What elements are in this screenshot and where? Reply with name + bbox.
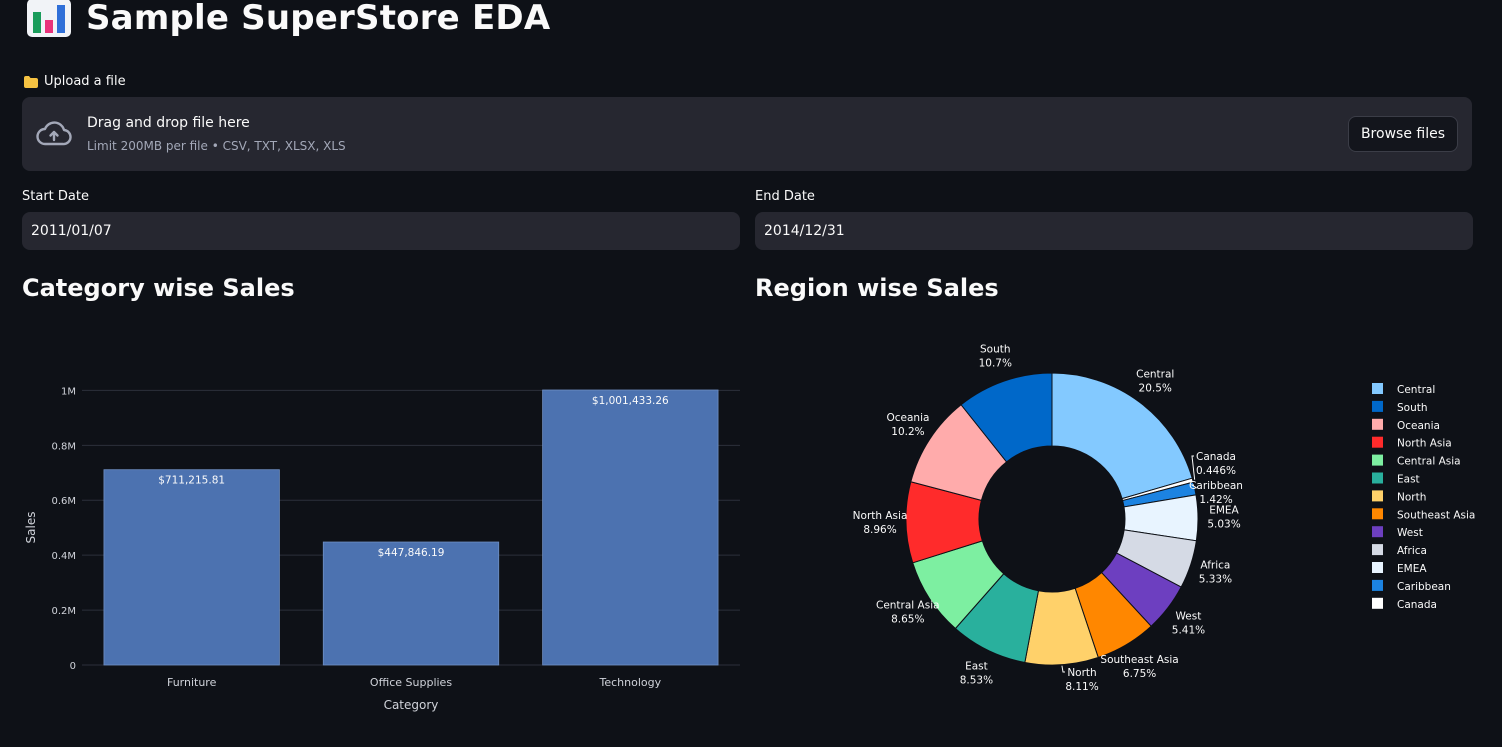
slice-percent: 5.03% xyxy=(1207,519,1240,531)
bar-office-supplies xyxy=(322,541,500,666)
category-sales-title: Category wise Sales xyxy=(22,274,295,302)
app-page: Sample SuperStore EDA Upload a file Drag… xyxy=(0,0,1502,747)
y-axis-label: Sales xyxy=(24,512,38,544)
legend-swatch xyxy=(1372,544,1383,556)
x-tick-label: Office Supplies xyxy=(370,676,452,689)
legend-swatch xyxy=(1372,436,1383,448)
page-title: Sample SuperStore EDA xyxy=(86,0,551,38)
x-axis-label: Category xyxy=(384,698,439,712)
start-date-input[interactable] xyxy=(22,212,740,250)
legend-swatch xyxy=(1372,579,1383,591)
slice-label: East xyxy=(965,661,988,673)
legend-swatch xyxy=(1372,562,1383,573)
slice-label: South xyxy=(980,344,1011,356)
legend-swatch xyxy=(1372,490,1383,502)
upload-label-text: Upload a file xyxy=(44,74,126,89)
slice-label: Africa xyxy=(1200,560,1230,572)
legend-entry: East xyxy=(1397,474,1420,486)
file-dropzone[interactable]: Drag and drop file here Limit 200MB per … xyxy=(22,97,1472,171)
file-limit-text: Limit 200MB per file • CSV, TXT, XLSX, X… xyxy=(87,139,346,153)
y-tick-label: 0.2M xyxy=(51,606,76,617)
drop-instructions: Drag and drop file here xyxy=(87,115,250,131)
x-tick-label: Technology xyxy=(599,676,662,689)
bar-technology xyxy=(542,389,719,666)
slice-label: Central Asia xyxy=(876,600,940,612)
slice-percent: 20.5% xyxy=(1139,382,1172,394)
slice-percent: 8.96% xyxy=(863,524,896,536)
legend-entry: North Asia xyxy=(1397,438,1452,450)
end-date-label: End Date xyxy=(755,189,815,204)
y-tick-label: 0.6M xyxy=(51,496,76,507)
legend-swatch xyxy=(1372,400,1383,412)
legend-swatch xyxy=(1372,454,1383,466)
y-tick-label: 0 xyxy=(70,661,76,672)
slice-percent: 8.53% xyxy=(960,675,993,687)
legend-entry: West xyxy=(1397,527,1423,539)
start-date-label: Start Date xyxy=(22,189,89,204)
bar-value-label: $447,846.19 xyxy=(378,547,445,559)
legend-entry: Caribbean xyxy=(1397,581,1451,593)
bar-value-label: $711,215.81 xyxy=(158,475,225,487)
slice-label: North xyxy=(1067,667,1096,679)
legend-entry: South xyxy=(1397,402,1428,414)
title-row: Sample SuperStore EDA xyxy=(26,0,550,40)
cloud-upload-icon xyxy=(36,121,72,146)
category-sales-bar-chart: 0 0.2M 0.4M 0.6M 0.8M 1M $711,215.81 Furniture $… xyxy=(24,386,740,712)
slice-percent: 10.2% xyxy=(891,426,924,438)
legend-swatch xyxy=(1372,597,1383,609)
legend-entry: Central Asia xyxy=(1397,456,1461,468)
slice-label: Caribbean xyxy=(1189,480,1243,492)
slice-percent: 10.7% xyxy=(979,358,1012,370)
slice-percent: 5.41% xyxy=(1172,625,1205,637)
legend-entry: EMEA xyxy=(1397,563,1427,575)
legend-entry: Canada xyxy=(1397,599,1437,611)
slice-label: Central xyxy=(1136,368,1174,380)
region-sales-title: Region wise Sales xyxy=(755,274,999,302)
legend-swatch xyxy=(1372,472,1383,484)
slice-label: North Asia xyxy=(853,510,908,522)
slice-label: Southeast Asia xyxy=(1100,654,1178,666)
bar-furniture xyxy=(103,469,280,666)
slice-percent: 5.33% xyxy=(1199,574,1232,586)
slice-percent: 6.75% xyxy=(1123,668,1156,680)
legend-entry: Africa xyxy=(1397,545,1427,557)
y-tick-label: 0.8M xyxy=(51,441,76,452)
bar-value-label: $1,001,433.26 xyxy=(592,395,669,407)
legend-entry: Central xyxy=(1397,384,1435,396)
legend-swatch xyxy=(1372,526,1383,538)
browse-files-button[interactable]: Browse files xyxy=(1347,116,1458,152)
x-tick-label: Furniture xyxy=(167,676,217,689)
slice-label: Canada xyxy=(1196,451,1236,463)
slice-label: West xyxy=(1176,611,1202,623)
legend-entry: Oceania xyxy=(1397,420,1440,432)
slice-percent: 8.65% xyxy=(891,614,924,626)
y-tick-label: 0.4M xyxy=(51,551,76,562)
slice-percent: 8.11% xyxy=(1065,681,1098,693)
region-sales-donut-chart: Central20.5%Canada0.446%Caribbean1.42%EM… xyxy=(853,344,1476,693)
slice-percent: 0.446% xyxy=(1196,465,1236,477)
folder-icon xyxy=(24,75,38,88)
legend-swatch xyxy=(1372,383,1383,394)
bar-chart-emoji-icon xyxy=(27,0,71,37)
legend-entry: Southeast Asia xyxy=(1397,509,1475,521)
legend-swatch xyxy=(1372,508,1383,520)
slice-label: EMEA xyxy=(1209,505,1239,517)
upload-label: Upload a file xyxy=(24,74,126,89)
legend-entry: North xyxy=(1397,491,1426,503)
leader-line xyxy=(1061,665,1065,673)
end-date-input[interactable] xyxy=(755,212,1473,250)
legend-swatch xyxy=(1372,418,1383,430)
leader-line xyxy=(1191,455,1196,480)
y-tick-label: 1M xyxy=(61,386,76,397)
slice-label: Oceania xyxy=(887,412,930,424)
